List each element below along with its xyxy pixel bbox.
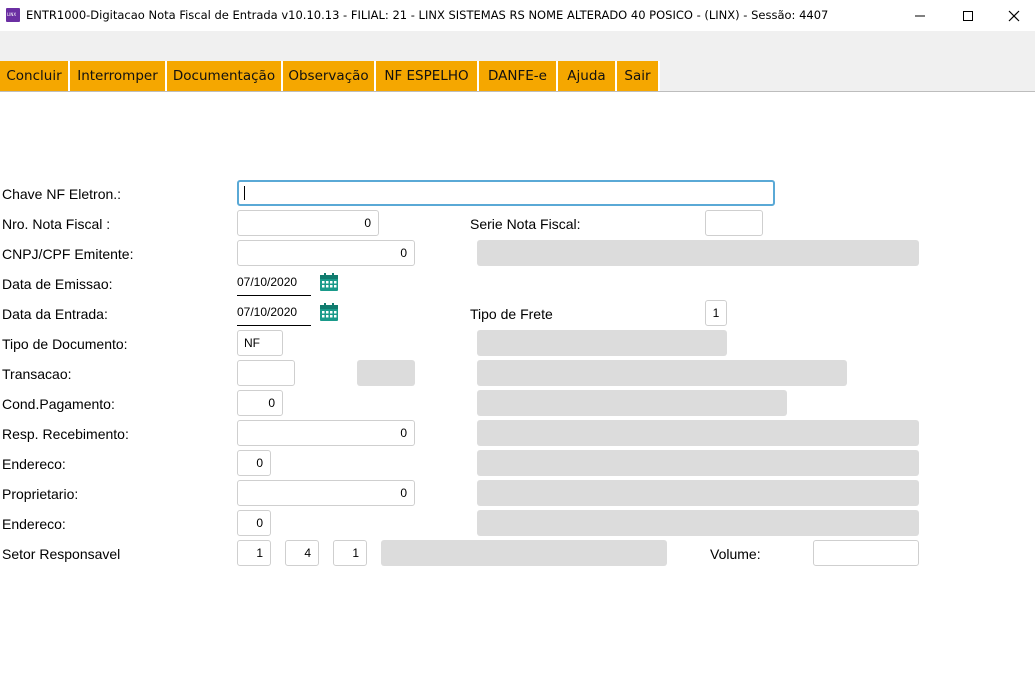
endereco1-input[interactable]: 0: [237, 450, 271, 476]
toolbar-tabs: Concluir Interromper Documentação Observ…: [0, 61, 660, 91]
data-emissao-input[interactable]: 07/10/2020: [237, 270, 311, 296]
window-title: ENTR1000-Digitacao Nota Fiscal de Entrad…: [26, 8, 829, 22]
app-logo-icon: LINX: [6, 8, 20, 22]
tipo-frete-input[interactable]: 1: [705, 300, 727, 326]
minimize-button[interactable]: [897, 0, 943, 31]
tipo-doc-label: Tipo de Documento:: [2, 336, 128, 352]
title-bar: LINX ENTR1000-Digitacao Nota Fiscal de E…: [0, 0, 1035, 31]
cond-pagamento-input[interactable]: 0: [237, 390, 283, 416]
cnpj-input[interactable]: 0: [237, 240, 415, 266]
calendar-icon[interactable]: [319, 272, 339, 292]
close-button[interactable]: [991, 0, 1035, 31]
transacao-code-display: [357, 360, 415, 386]
transacao-input[interactable]: [237, 360, 295, 386]
cond-pagamento-label: Cond.Pagamento:: [2, 396, 115, 412]
maximize-icon: [963, 10, 973, 21]
text-caret: [244, 186, 245, 200]
transacao-desc-display: [477, 360, 847, 386]
maximize-button[interactable]: [945, 0, 991, 31]
tipo-documento-input[interactable]: NF: [237, 330, 283, 356]
serie-input[interactable]: [705, 210, 763, 236]
entrada-label: Data da Entrada:: [2, 306, 108, 322]
danfe-button[interactable]: DANFE-e: [479, 61, 558, 91]
endereco1-label: Endereco:: [2, 456, 66, 472]
resp-recebimento-input[interactable]: 0: [237, 420, 415, 446]
ajuda-button[interactable]: Ajuda: [558, 61, 617, 91]
volume-input[interactable]: [813, 540, 919, 566]
endereco1-display: [477, 450, 919, 476]
tipo-frete-label: Tipo de Frete: [470, 306, 553, 322]
transacao-label: Transacao:: [2, 366, 72, 382]
cnpj-label: CNPJ/CPF Emitente:: [2, 246, 134, 262]
volume-label: Volume:: [710, 546, 761, 562]
calendar-icon[interactable]: [319, 302, 339, 322]
emissao-label: Data de Emissao:: [2, 276, 113, 292]
observacao-button[interactable]: Observação: [283, 61, 376, 91]
endereco2-input[interactable]: 0: [237, 510, 271, 536]
serie-label: Serie Nota Fiscal:: [470, 216, 581, 232]
resp-recebimento-display: [477, 420, 919, 446]
nf-espelho-button[interactable]: NF ESPELHO: [376, 61, 479, 91]
close-icon: [1008, 10, 1020, 21]
chave-label: Chave NF Eletron.:: [2, 186, 122, 202]
documentacao-button[interactable]: Documentação: [167, 61, 283, 91]
nro-nota-input[interactable]: 0: [237, 210, 379, 236]
setor-label: Setor Responsavel: [2, 546, 121, 562]
sair-button[interactable]: Sair: [617, 61, 660, 91]
resp-recebimento-label: Resp. Recebimento:: [2, 426, 129, 442]
nro-label: Nro. Nota Fiscal :: [2, 216, 111, 232]
endereco2-label: Endereco:: [2, 516, 66, 532]
interromper-button[interactable]: Interromper: [70, 61, 167, 91]
proprietario-input[interactable]: 0: [237, 480, 415, 506]
toolbar-divider: [0, 91, 1035, 92]
setor-input-1[interactable]: 1: [237, 540, 271, 566]
setor-input-2[interactable]: 4: [285, 540, 319, 566]
proprietario-label: Proprietario:: [2, 486, 79, 502]
setor-input-3[interactable]: 1: [333, 540, 367, 566]
data-entrada-input[interactable]: 07/10/2020: [237, 300, 311, 326]
minimize-icon: [915, 15, 925, 16]
endereco2-display: [477, 510, 919, 536]
tipo-documento-display: [477, 330, 727, 356]
emitente-name-display: [477, 240, 919, 266]
concluir-button[interactable]: Concluir: [0, 61, 70, 91]
cond-pagamento-display: [477, 390, 787, 416]
chave-nf-input[interactable]: [237, 180, 775, 206]
proprietario-display: [477, 480, 919, 506]
setor-display: [381, 540, 667, 566]
